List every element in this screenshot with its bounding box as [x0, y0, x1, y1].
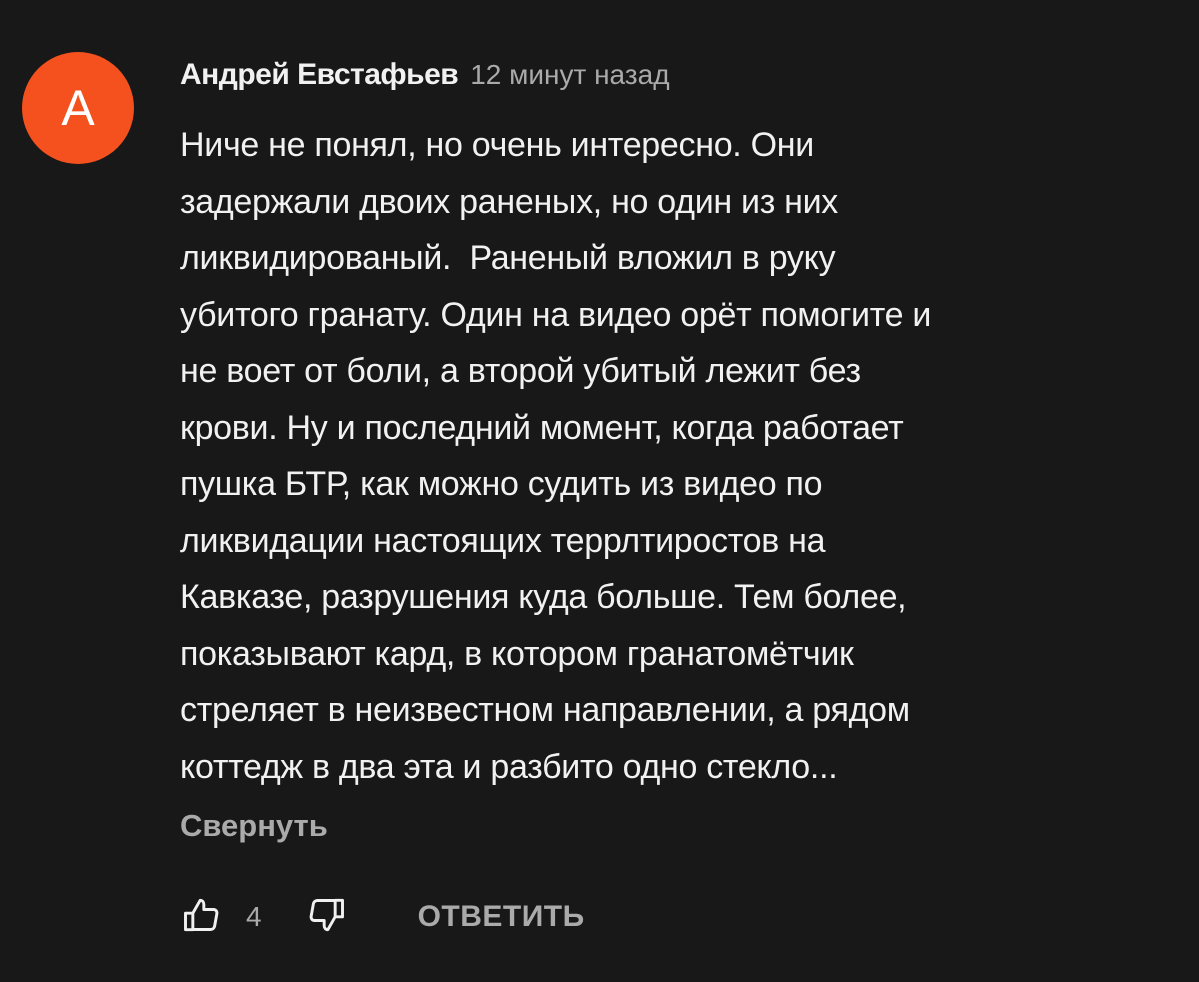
comment-text: Ниче не понял, но очень интересно. Они з…: [180, 117, 1170, 795]
comment-text-line: ликвидированый. Раненый вложил в руку: [180, 239, 836, 277]
comment-text-line: задержали двоих раненых, но один из них: [180, 182, 839, 221]
comment-text-line: стреляет в неизвестном направлении, а ря…: [180, 691, 910, 729]
thumbs-down-icon: [304, 893, 348, 942]
comment-text-line: Ниче не понял, но очень интересно. Они: [180, 126, 814, 164]
comment-body: Андрей Евстафьев 12 минут назад Ниче не …: [180, 58, 1170, 795]
comment-text-line: пушка БТР, как можно судить из видео по: [180, 465, 823, 503]
author-name[interactable]: Андрей Евстафьев: [180, 58, 459, 92]
comment-text-line: Кавказе, разрушения куда больше. Тем бол…: [180, 578, 907, 616]
avatar[interactable]: А: [22, 52, 134, 164]
comment-text-line: ликвидации настоящих террлтиростов на: [180, 521, 826, 560]
like-button[interactable]: [180, 895, 224, 939]
collapse-button[interactable]: Свернуть: [180, 808, 328, 844]
comment-text-line: убитого гранату. Один на видео орёт помо…: [180, 295, 932, 334]
reply-button[interactable]: ОТВЕТИТЬ: [418, 900, 585, 934]
comment-actions: 4 ОТВЕТИТЬ: [180, 893, 585, 941]
comment-text-line: не воет от боли, а второй убитый лежит б…: [180, 352, 861, 390]
comment-text-line: коттедж в два эта и разбито одно стекло.…: [180, 747, 838, 786]
comment-text-line: показывают кард, в котором гранатомётчик: [180, 634, 854, 673]
comment-header: Андрей Евстафьев 12 минут назад: [180, 58, 1170, 98]
thumbs-up-icon: [180, 893, 224, 942]
dislike-button[interactable]: [304, 895, 348, 939]
comment-text-line: крови. Ну и последний момент, когда рабо…: [180, 408, 904, 447]
comment: А Андрей Евстафьев 12 минут назад Ниче н…: [0, 0, 1199, 982]
like-count: 4: [246, 901, 262, 932]
comment-timestamp[interactable]: 12 минут назад: [470, 59, 669, 91]
